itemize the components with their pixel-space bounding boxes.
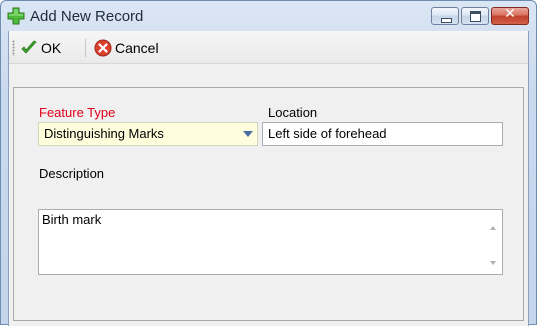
window-title: Add New Record bbox=[30, 8, 144, 25]
description-value: Birth mark bbox=[42, 212, 102, 227]
chevron-down-icon[interactable] bbox=[243, 131, 253, 137]
maximize-icon bbox=[470, 11, 481, 22]
green-checkmark-icon bbox=[21, 40, 37, 54]
add-record-window: Add New Record ✕ OK Cancel Feature Type … bbox=[0, 0, 537, 326]
description-label: Description bbox=[39, 166, 105, 181]
minimize-button[interactable] bbox=[431, 7, 459, 25]
location-field[interactable]: Left side of forehead bbox=[262, 122, 503, 146]
location-value: Left side of forehead bbox=[268, 126, 387, 141]
close-button[interactable]: ✕ bbox=[491, 6, 529, 25]
feature-type-label: Feature Type bbox=[39, 105, 116, 120]
toolbar: OK Cancel bbox=[9, 31, 528, 64]
toolbar-grip[interactable] bbox=[12, 40, 15, 56]
close-icon: ✕ bbox=[504, 6, 516, 22]
title-bar[interactable]: Add New Record ✕ bbox=[1, 1, 536, 31]
feature-type-value: Distinguishing Marks bbox=[44, 126, 164, 141]
cancel-button[interactable]: Cancel bbox=[94, 37, 159, 59]
description-field[interactable]: Birth mark bbox=[38, 209, 503, 275]
scroll-down-icon[interactable] bbox=[490, 261, 496, 265]
ok-button[interactable]: OK bbox=[20, 37, 61, 59]
maximize-button[interactable] bbox=[461, 7, 489, 25]
description-scrollbar[interactable] bbox=[485, 210, 502, 274]
feature-type-dropdown[interactable]: Distinguishing Marks bbox=[38, 122, 258, 146]
toolbar-separator bbox=[85, 39, 86, 57]
green-plus-icon bbox=[7, 7, 25, 25]
location-label: Location bbox=[268, 105, 318, 120]
minimize-icon bbox=[441, 18, 452, 23]
cancel-label: Cancel bbox=[115, 40, 159, 56]
ok-label: OK bbox=[41, 40, 62, 56]
red-x-circle-icon bbox=[94, 39, 112, 57]
scroll-up-icon[interactable] bbox=[490, 226, 496, 230]
window-client-area: OK Cancel Feature Type Distinguishing Ma… bbox=[8, 31, 529, 326]
